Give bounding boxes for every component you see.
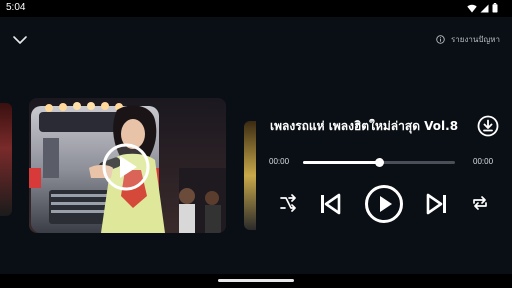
navigation-bar xyxy=(0,274,512,288)
track-title: เพลงรถแห่ เพลงฮิตใหม่ล่าสุด Vol.8 xyxy=(270,119,459,133)
report-problem-button[interactable]: รายงานปัญหา xyxy=(436,33,500,46)
elapsed-time: 00:00 xyxy=(269,157,290,166)
repeat-icon[interactable] xyxy=(471,194,489,212)
skip-previous-icon[interactable] xyxy=(316,190,344,218)
status-icons xyxy=(467,3,498,13)
home-gesture-pill[interactable] xyxy=(218,279,294,282)
chevron-down-icon[interactable] xyxy=(12,33,28,47)
download-icon[interactable] xyxy=(477,115,499,137)
status-bar: 5:04 xyxy=(0,0,512,17)
shuffle-icon[interactable] xyxy=(279,194,297,212)
battery-icon xyxy=(492,3,498,13)
album-artwork[interactable] xyxy=(29,98,226,233)
wifi-icon xyxy=(467,4,477,12)
play-icon[interactable] xyxy=(101,142,151,192)
previous-track-thumbnail[interactable] xyxy=(0,103,12,216)
info-icon xyxy=(436,35,445,44)
total-duration: 00:00 xyxy=(473,157,494,166)
report-problem-label: รายงานปัญหา xyxy=(450,35,500,44)
next-track-thumbnail[interactable] xyxy=(244,121,256,230)
seek-bar-thumb[interactable] xyxy=(375,158,384,167)
seek-bar[interactable] xyxy=(303,158,455,167)
status-time: 5:04 xyxy=(6,2,26,13)
seek-bar-progress xyxy=(303,161,379,164)
signal-icon xyxy=(480,4,489,12)
play-circle-icon[interactable] xyxy=(364,184,404,224)
skip-next-icon[interactable] xyxy=(423,190,451,218)
